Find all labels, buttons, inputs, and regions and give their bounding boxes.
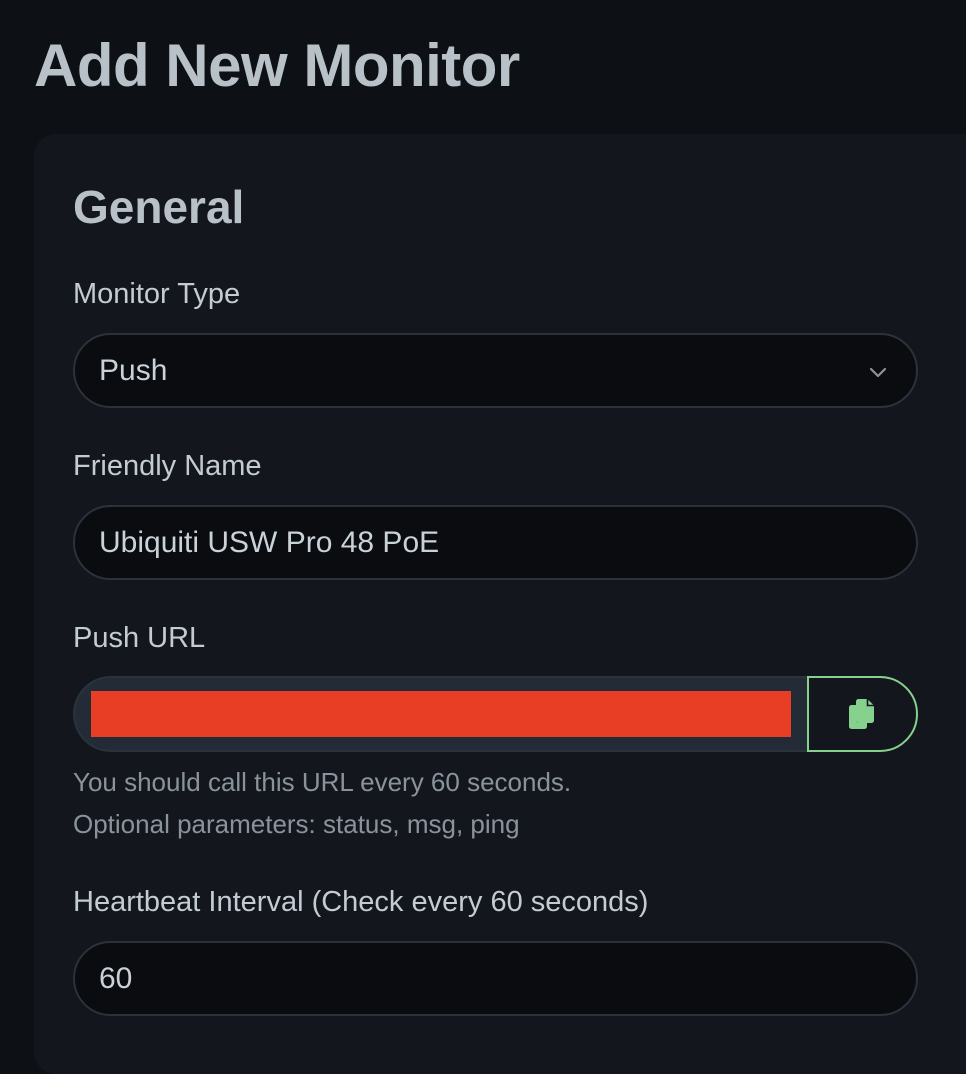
push-url-label: Push URL bbox=[73, 622, 206, 654]
friendly-name-value: Ubiquiti USW Pro 48 PoE bbox=[99, 525, 440, 559]
friendly-name-input[interactable]: Ubiquiti USW Pro 48 PoE bbox=[73, 505, 918, 580]
push-url-hint-interval: You should call this URL every 60 second… bbox=[73, 767, 572, 797]
monitor-type-select[interactable]: Push bbox=[73, 333, 918, 408]
monitor-type-value: Push bbox=[99, 353, 168, 387]
monitor-type-label: Monitor Type bbox=[73, 278, 241, 310]
heartbeat-interval-label: Heartbeat Interval (Check every 60 secon… bbox=[73, 886, 649, 918]
copy-icon bbox=[848, 699, 874, 729]
push-url-hint-params: Optional parameters: status, msg, ping bbox=[73, 809, 520, 839]
friendly-name-label: Friendly Name bbox=[73, 450, 262, 482]
push-url-group bbox=[73, 676, 918, 752]
heartbeat-interval-value: 60 bbox=[99, 961, 133, 995]
copy-url-button[interactable] bbox=[807, 676, 918, 752]
chevron-down-icon bbox=[869, 367, 887, 378]
heartbeat-interval-input[interactable]: 60 bbox=[73, 941, 918, 1016]
general-card: General Monitor Type Push Friendly Name … bbox=[34, 134, 966, 1074]
section-title: General bbox=[73, 181, 245, 233]
redaction-bar bbox=[91, 691, 791, 737]
page-title: Add New Monitor bbox=[34, 32, 520, 99]
push-url-input[interactable] bbox=[73, 676, 808, 752]
